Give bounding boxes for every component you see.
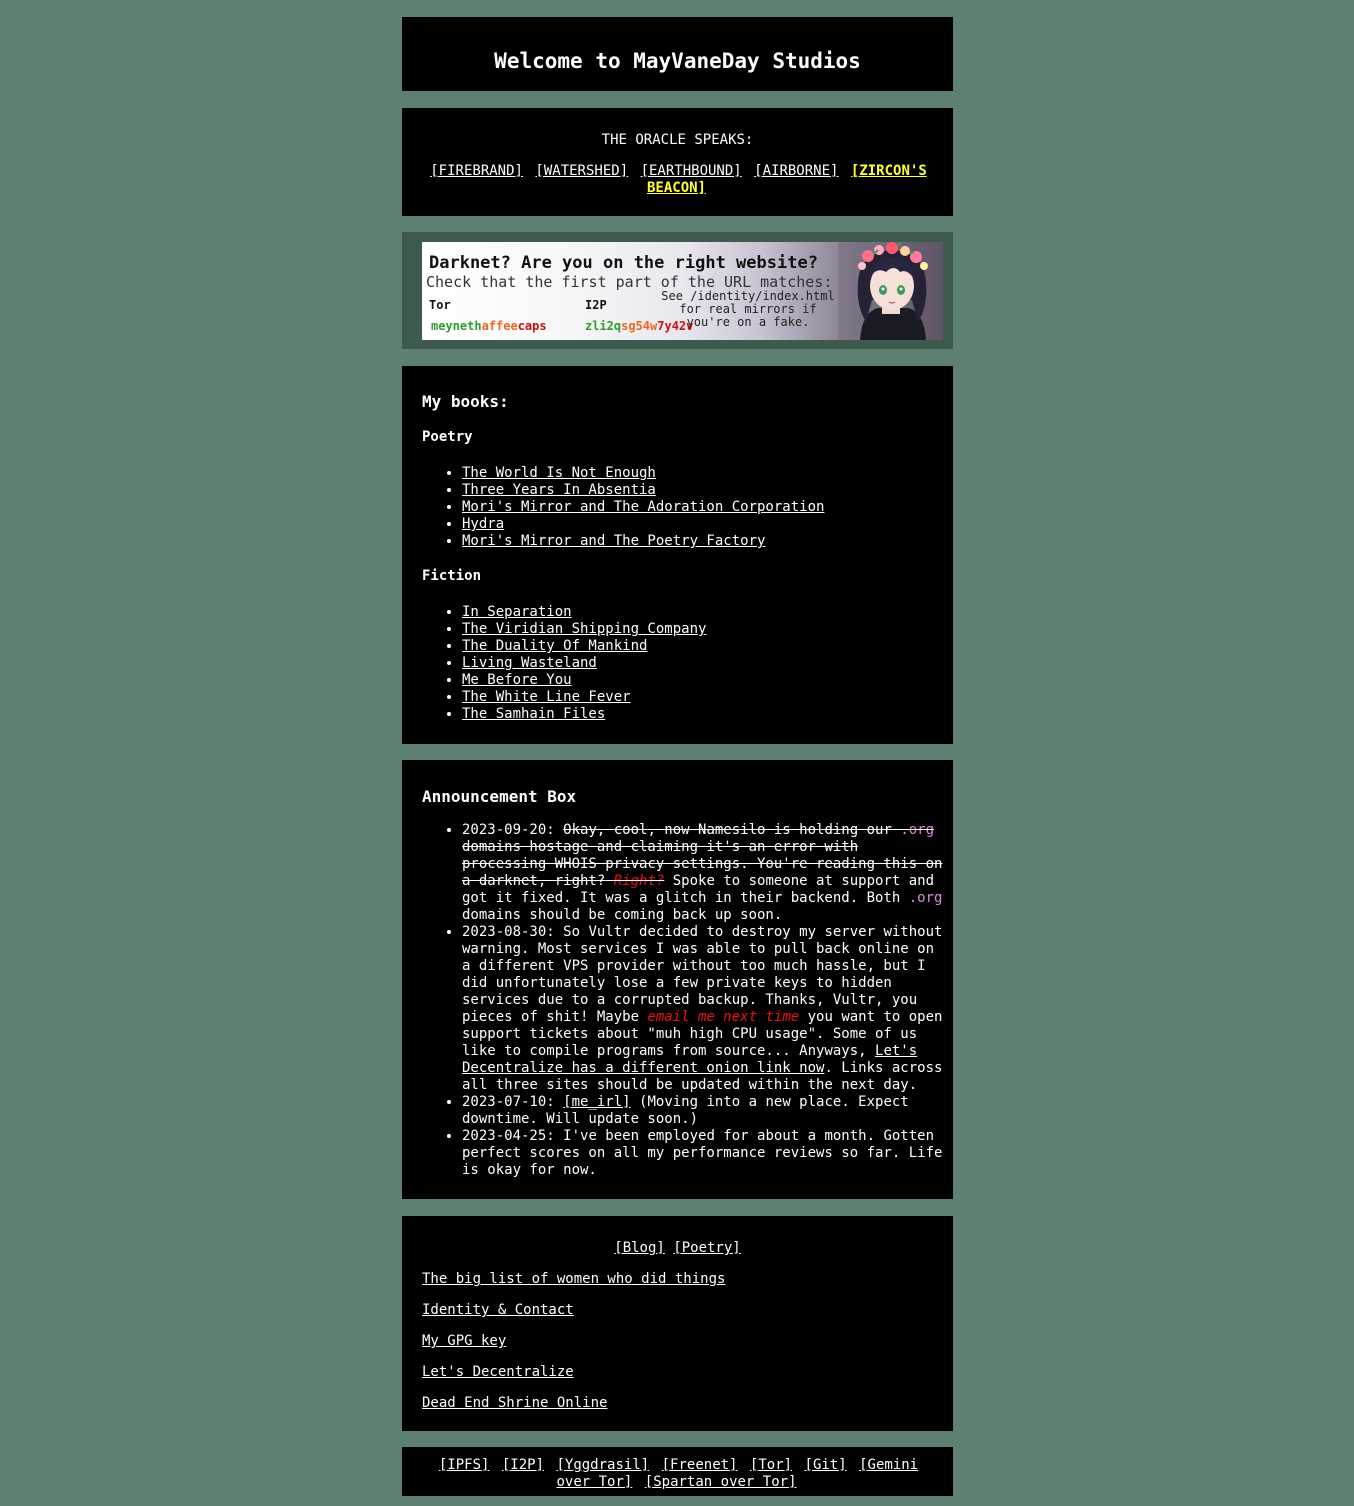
darknet-banner-frame: Darknet? Are you on the right website? C…: [402, 232, 953, 349]
lets-decentralize-link[interactable]: Let's Decentralize: [422, 1364, 574, 1380]
list-item: Three Years In Absentia: [462, 482, 933, 499]
announcement-date: 2023-04-25:: [462, 1128, 555, 1144]
announcement-panel: Announcement Box 2023-09-20: Okay, cool,…: [402, 760, 953, 1199]
list-item: In Separation: [462, 604, 933, 621]
poetry-heading: Poetry: [422, 429, 473, 445]
announcement-item: 2023-07-10: [me_irl] (Moving into a new …: [462, 1094, 943, 1128]
see-note-line-3: you're on a fake.: [686, 315, 810, 329]
links-panel: [Blog] [Poetry] The big list of women wh…: [402, 1216, 953, 1431]
banner-tor-label: Tor: [429, 298, 451, 312]
tor-url-part-1: meyneth: [431, 319, 482, 333]
books-panel: My books: Poetry The World Is Not Enough…: [402, 366, 953, 744]
me-irl-link[interactable]: [me_irl]: [563, 1094, 630, 1110]
fiction-heading: Fiction: [422, 568, 482, 584]
email-emphasis: email me next time: [647, 1009, 800, 1025]
poetry-book-link[interactable]: Mori's Mirror and The Poetry Factory: [462, 533, 765, 549]
network-links: [IPFS] [I2P] [Yggdrasil] [Freenet] [Tor]…: [422, 1457, 933, 1491]
freenet-link[interactable]: [Freenet]: [662, 1457, 738, 1473]
list-item: Hydra: [462, 516, 933, 533]
poetry-book-link[interactable]: Mori's Mirror and The Adoration Corporat…: [462, 499, 824, 515]
ipfs-link[interactable]: [IPFS]: [439, 1457, 490, 1473]
announcement-text: domains should be coming back up soon.: [462, 907, 783, 923]
fiction-book-link[interactable]: The White Line Fever: [462, 689, 631, 705]
banner-question: Darknet? Are you on the right website?: [429, 253, 818, 273]
announcement-date: 2023-07-10:: [462, 1094, 555, 1110]
oracle-link-airborne[interactable]: [AIRBORNE]: [754, 163, 838, 179]
oracle-heading: THE ORACLE SPEAKS:: [601, 132, 754, 148]
list-item: The Samhain Files: [462, 706, 933, 723]
i2p-link[interactable]: [I2P]: [502, 1457, 544, 1473]
announcement-list: 2023-09-20: Okay, cool, now Namesilo is …: [422, 822, 953, 1179]
list-item: Mori's Mirror and The Adoration Corporat…: [462, 499, 933, 516]
list-item: The Viridian Shipping Company: [462, 621, 933, 638]
women-list-link[interactable]: The big list of women who did things: [422, 1271, 725, 1287]
page-title: Welcome to MayVaneDay Studios: [494, 49, 861, 73]
oracle-link-firebrand[interactable]: [FIREBRAND]: [430, 163, 523, 179]
anime-girl-avatar-icon: [838, 242, 943, 340]
identity-contact-link[interactable]: Identity & Contact: [422, 1302, 574, 1318]
blog-link[interactable]: [Blog]: [614, 1240, 665, 1256]
fiction-list: In Separation The Viridian Shipping Comp…: [422, 604, 933, 723]
announcement-date: 2023-09-20:: [462, 822, 555, 838]
blog-poetry-links: [Blog] [Poetry]: [422, 1240, 933, 1257]
announcement-item: 2023-04-25: I've been employed for about…: [462, 1128, 943, 1179]
fiction-book-link[interactable]: In Separation: [462, 604, 572, 620]
i2p-url-part-1: zli2q: [585, 319, 622, 333]
list-item: Me Before You: [462, 672, 933, 689]
i2p-url-part-2: sg54w: [621, 319, 658, 333]
org-domain: .org: [900, 822, 935, 838]
list-item: Living Wasteland: [462, 655, 933, 672]
fiction-book-link[interactable]: The Duality Of Mankind: [462, 638, 647, 654]
tor-url-part-3: caps: [517, 319, 547, 333]
spartan-over-tor-link[interactable]: [Spartan over Tor]: [645, 1474, 797, 1490]
announcement-item: 2023-08-30: So Vultr decided to destroy …: [462, 924, 943, 1094]
git-link[interactable]: [Git]: [805, 1457, 847, 1473]
list-item: The White Line Fever: [462, 689, 933, 706]
poetry-book-link[interactable]: Three Years In Absentia: [462, 482, 656, 498]
banner-tor-url: meynethaffeecaps: [431, 318, 547, 335]
right-question: Right?: [613, 873, 665, 889]
poetry-link[interactable]: [Poetry]: [673, 1240, 740, 1256]
fiction-book-link[interactable]: Living Wasteland: [462, 655, 597, 671]
fiction-book-link[interactable]: Me Before You: [462, 672, 572, 688]
fiction-book-link[interactable]: The Samhain Files: [462, 706, 605, 722]
announcement-item: 2023-09-20: Okay, cool, now Namesilo is …: [462, 822, 943, 924]
oracle-link-watershed[interactable]: [WATERSHED]: [535, 163, 628, 179]
dead-end-shrine-link[interactable]: Dead End Shrine Online: [422, 1395, 607, 1411]
books-heading: My books:: [422, 392, 509, 411]
tor-url-part-2: affee: [481, 319, 518, 333]
announcement-date: 2023-08-30:: [462, 924, 555, 940]
announcement-heading: Announcement Box: [422, 787, 577, 806]
fiction-book-link[interactable]: The Viridian Shipping Company: [462, 621, 706, 637]
site-header: Welcome to MayVaneDay Studios: [402, 17, 953, 91]
oracle-links: [FIREBRAND] [WATERSHED] [EARTHBOUND] [AI…: [422, 163, 933, 197]
struck-text-part: Okay, cool, now Namesilo is holding our: [563, 822, 892, 838]
tor-link[interactable]: [Tor]: [750, 1457, 792, 1473]
banner-see-note: See /identity/index.html for real mirror…: [658, 290, 838, 329]
poetry-list: The World Is Not Enough Three Years In A…: [422, 465, 933, 550]
oracle-panel: THE ORACLE SPEAKS: [FIREBRAND] [WATERSHE…: [402, 108, 953, 216]
list-item: The World Is Not Enough: [462, 465, 933, 482]
yggdrasil-link[interactable]: [Yggdrasil]: [556, 1457, 649, 1473]
list-item: The Duality Of Mankind: [462, 638, 933, 655]
poetry-book-link[interactable]: The World Is Not Enough: [462, 465, 656, 481]
poetry-book-link[interactable]: Hydra: [462, 516, 504, 532]
list-item: Mori's Mirror and The Poetry Factory: [462, 533, 933, 550]
network-footer: [IPFS] [I2P] [Yggdrasil] [Freenet] [Tor]…: [402, 1447, 953, 1496]
gpg-key-link[interactable]: My GPG key: [422, 1333, 506, 1349]
darknet-banner: Darknet? Are you on the right website? C…: [422, 242, 943, 340]
org-domain: .org: [908, 890, 943, 906]
oracle-link-earthbound[interactable]: [EARTHBOUND]: [641, 163, 742, 179]
banner-i2p-label: I2P: [585, 298, 607, 312]
